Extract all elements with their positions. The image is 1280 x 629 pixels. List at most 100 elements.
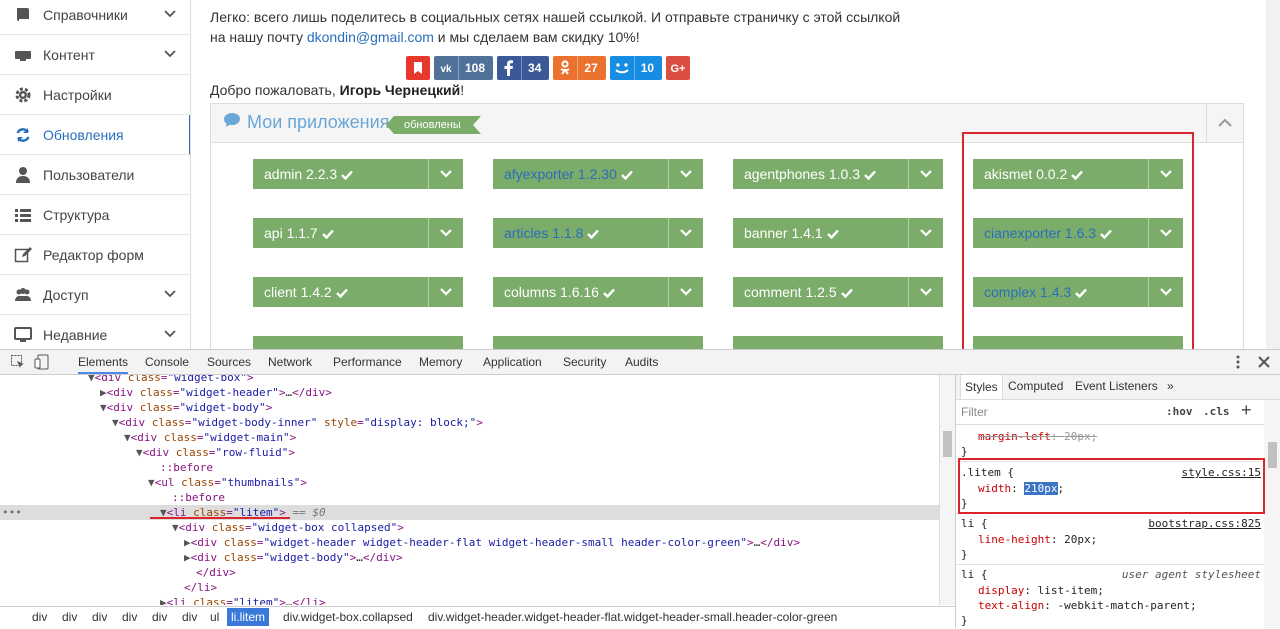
dom-node[interactable]: </li> [0,580,217,595]
collapse-button[interactable] [1206,104,1243,142]
module-dropdown-button[interactable] [668,277,703,307]
styles-scrollbar[interactable] [1264,400,1280,628]
breadcrumb-item[interactable]: div [32,610,47,624]
share-button-odnoklassniki[interactable]: 27 [553,56,606,80]
devtools-tab-performance[interactable]: Performance [333,350,402,374]
devtools-tab-memory[interactable]: Memory [419,350,462,374]
add-rule-button[interactable]: + [1241,400,1252,421]
module-name[interactable]: articles 1.1.8 [504,225,583,241]
dom-node[interactable]: ▼<div class="widget-box collapsed"> [0,520,404,535]
email-link[interactable]: dkondin@gmail.com [307,29,434,45]
module-card[interactable]: client 1.4.2 [253,277,463,307]
breadcrumb-item[interactable]: div [182,610,197,624]
module-name[interactable]: afyexporter 1.2.30 [504,166,617,182]
module-card-partial[interactable] [253,336,463,350]
devtools-tab-network[interactable]: Network [268,350,312,374]
tab-styles[interactable]: Styles [960,375,1003,399]
devtools-tab-security[interactable]: Security [563,350,606,374]
breadcrumb-item[interactable]: div [62,610,77,624]
more-tabs-button[interactable]: » [1167,379,1174,393]
share-button-googleplus[interactable]: G+ [666,56,691,80]
sidebar-item-5[interactable]: Пользователи [0,155,189,195]
breadcrumb-item[interactable]: li.litem [227,608,270,626]
breadcrumb-item[interactable]: div.widget-box.collapsed [283,610,413,624]
dom-node[interactable]: ▼<div class="widget-body-inner" style="d… [0,415,483,430]
module-card[interactable]: api 1.1.7 [253,218,463,248]
module-card-partial[interactable] [493,336,703,350]
dom-node-markup: <ul class="thumbnails"> [154,476,307,489]
dom-node[interactable]: ▼<div class="widget-body"> [0,400,272,415]
chevron-down-icon[interactable] [163,6,177,20]
share-button-vk[interactable]: vk 108 [434,56,494,80]
module-card[interactable]: columns 1.6.16 [493,277,703,307]
module-card[interactable]: admin 2.2.3 [253,159,463,189]
li-line-height-decl[interactable]: line-height: 20px; [961,532,1097,547]
devtools-tab-elements[interactable]: Elements [78,350,129,374]
module-dropdown-button[interactable] [908,218,943,248]
more-options-icon[interactable] [1230,354,1246,370]
inspect-element-icon[interactable] [10,354,26,370]
sidebar-item-9[interactable]: Недавние [0,315,189,350]
dom-node[interactable]: ▼<div class="widget-box"> [0,375,254,385]
sidebar-item-8[interactable]: Доступ [0,275,189,315]
dom-node[interactable]: </div> [0,565,236,580]
devtools-tab-application[interactable]: Application [483,350,542,374]
dom-node[interactable]: ::before [0,490,225,505]
sidebar-item-7[interactable]: Редактор форм [0,235,189,275]
share-button-moimir[interactable]: 10 [609,56,663,80]
sidebar-item-2[interactable]: Контент [0,35,189,75]
bootstrap-css-link[interactable]: bootstrap.css:825 [1148,516,1261,531]
hover-state-toggle[interactable]: :hov [1166,405,1193,418]
class-toggle[interactable]: .cls [1203,405,1230,418]
close-icon[interactable] [1256,354,1272,370]
tab-event-listeners[interactable]: Event Listeners [1075,379,1158,393]
prev-rule-prop[interactable]: margin-left: 20px; [961,429,1097,444]
dom-node[interactable]: ▼<div class="widget-main"> [0,430,296,445]
styles-filter-input[interactable]: Filter [961,405,988,419]
module-dropdown-button[interactable] [908,277,943,307]
devtools-tab-console[interactable]: Console [145,350,189,374]
module-dropdown-button[interactable] [908,159,943,189]
module-card-partial[interactable] [733,336,943,350]
devtools-tab-sources[interactable]: Sources [207,350,251,374]
dom-node[interactable]: ▶<li class="litem">…</li> [0,595,326,605]
module-card[interactable]: afyexporter 1.2.30 [493,159,703,189]
dom-node[interactable]: ▶<div class="widget-header">…</div> [0,385,332,400]
sidebar-item-3[interactable]: Настройки [0,75,189,115]
tab-computed[interactable]: Computed [1008,379,1063,393]
sidebar-item-4[interactable]: Обновления [0,115,190,155]
dom-node[interactable]: ▼<div class="row-fluid"> [0,445,295,460]
sidebar-item-1[interactable]: Справочники [0,0,189,35]
module-card[interactable]: agentphones 1.0.3 [733,159,943,189]
sidebar-item-6[interactable]: Структура [0,195,189,235]
dom-node[interactable]: ▼<ul class="thumbnails"> [0,475,307,490]
breadcrumb-item[interactable]: div [152,610,167,624]
share-button-facebook[interactable]: 34 [497,56,550,80]
breadcrumb-item[interactable]: ul [210,610,219,624]
breadcrumb-item[interactable]: div [122,610,137,624]
module-dropdown-button[interactable] [428,218,463,248]
elements-scrollbar[interactable] [939,375,956,605]
chevron-down-icon[interactable] [163,286,177,300]
module-card[interactable]: comment 1.2.5 [733,277,943,307]
module-dropdown-button[interactable] [428,159,463,189]
share-button-bookmark[interactable] [406,56,430,80]
dom-node[interactable]: ▶<div class="widget-body">…</div> [0,550,403,565]
page-scrollbar[interactable] [1266,0,1280,349]
chevron-down-icon[interactable] [163,46,177,60]
module-dropdown-button[interactable] [668,159,703,189]
module-dropdown-button[interactable] [428,277,463,307]
dom-node[interactable]: ▶<div class="widget-header widget-header… [0,535,800,550]
elements-scroll-thumb[interactable] [943,431,952,457]
module-dropdown-button[interactable] [668,218,703,248]
devtools-tab-audits[interactable]: Audits [625,350,658,374]
module-card[interactable]: articles 1.1.8 [493,218,703,248]
device-toolbar-icon[interactable] [34,354,50,370]
breadcrumb-item[interactable]: div [92,610,107,624]
dom-node[interactable]: ::before [0,460,213,475]
chevron-down-icon[interactable] [163,326,177,340]
breadcrumb-item[interactable]: div.widget-header.widget-header-flat.wid… [428,610,837,624]
module-card[interactable]: banner 1.4.1 [733,218,943,248]
styles-scroll-thumb[interactable] [1268,442,1277,468]
dom-node-selected[interactable]: ••• ▼<li class="litem"> == $0 [0,505,940,520]
